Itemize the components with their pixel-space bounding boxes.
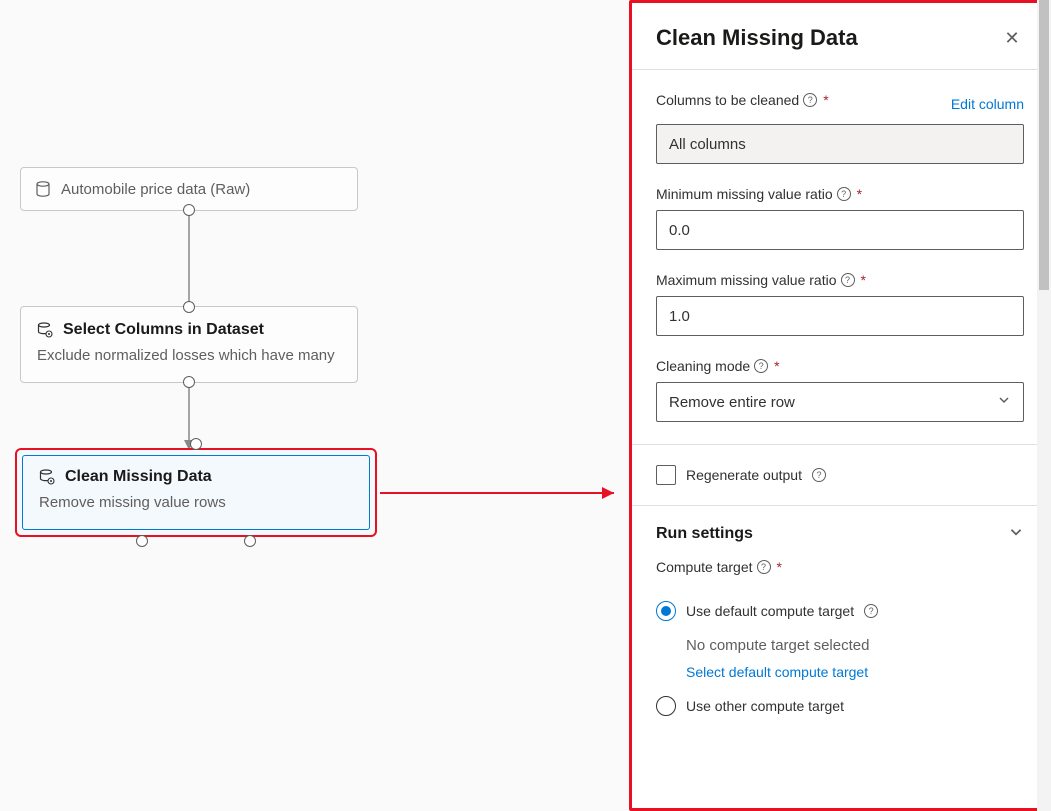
radio-button[interactable] xyxy=(656,696,676,716)
panel-header: Clean Missing Data ✕ xyxy=(632,3,1048,69)
run-settings-header[interactable]: Run settings xyxy=(632,506,1048,549)
info-icon[interactable]: ? xyxy=(757,560,771,574)
regenerate-output-row[interactable]: Regenerate output ? xyxy=(632,445,1048,505)
node-label: Automobile price data (Raw) xyxy=(61,181,250,198)
max-ratio-input[interactable]: 1.0 xyxy=(656,296,1024,336)
columns-value: All columns xyxy=(669,136,746,153)
app-root: Automobile price data (Raw) Select Colum… xyxy=(0,0,1051,811)
scrollbar-track[interactable] xyxy=(1037,0,1051,811)
edit-column-link[interactable]: Edit column xyxy=(951,96,1024,112)
node-select-columns[interactable]: Select Columns in Dataset Exclude normal… xyxy=(20,306,358,383)
output-port-2[interactable] xyxy=(244,535,256,547)
radio-label: Use default compute target xyxy=(686,603,854,619)
info-icon[interactable]: ? xyxy=(837,187,851,201)
min-ratio-value: 0.0 xyxy=(669,222,690,239)
chevron-down-icon xyxy=(997,393,1011,411)
info-icon[interactable]: ? xyxy=(841,273,855,287)
input-port[interactable] xyxy=(190,438,202,450)
field-max-ratio: Maximum missing value ratio ? * 1.0 xyxy=(656,272,1024,336)
field-label: Compute target xyxy=(656,559,753,575)
field-label: Columns to be cleaned xyxy=(656,92,799,108)
required-indicator: * xyxy=(857,186,862,202)
info-icon[interactable]: ? xyxy=(864,604,878,618)
output-port[interactable] xyxy=(183,376,195,388)
gear-database-icon xyxy=(39,469,55,485)
close-button[interactable]: ✕ xyxy=(1000,26,1024,50)
radio-button[interactable] xyxy=(656,601,676,621)
field-label: Maximum missing value ratio xyxy=(656,272,837,288)
input-port[interactable] xyxy=(183,301,195,313)
min-ratio-input[interactable]: 0.0 xyxy=(656,210,1024,250)
radio-default-sub: No compute target selected Select defaul… xyxy=(686,633,1024,684)
info-icon[interactable]: ? xyxy=(803,93,817,107)
field-min-ratio: Minimum missing value ratio ? * 0.0 xyxy=(656,186,1024,250)
node-automobile-data[interactable]: Automobile price data (Raw) xyxy=(20,167,358,211)
panel-body: Columns to be cleaned ? * Edit column Al… xyxy=(632,70,1048,444)
node-title-row: Clean Missing Data xyxy=(39,468,353,486)
field-label: Cleaning mode xyxy=(656,358,750,374)
output-port-1[interactable] xyxy=(136,535,148,547)
columns-input[interactable]: All columns xyxy=(656,124,1024,164)
panel-title: Clean Missing Data xyxy=(656,25,858,51)
compute-target-block: Compute target ? * xyxy=(632,549,1048,583)
annotation-arrow-head xyxy=(602,487,614,499)
gear-database-icon xyxy=(37,322,53,338)
node-clean-missing-data[interactable]: Clean Missing Data Remove missing value … xyxy=(15,448,377,537)
edge-layer xyxy=(0,0,620,811)
field-cleaning-mode: Cleaning mode ? * Remove entire row xyxy=(656,358,1024,422)
vertical-scrollbar[interactable] xyxy=(1037,0,1051,811)
node-title: Select Columns in Dataset xyxy=(63,321,264,339)
regenerate-label: Regenerate output xyxy=(686,467,802,483)
radio-label: Use other compute target xyxy=(686,698,844,714)
select-default-compute-link[interactable]: Select default compute target xyxy=(686,661,1024,685)
radio-default-compute[interactable]: Use default compute target ? xyxy=(656,601,1024,621)
properties-panel: Clean Missing Data ✕ Columns to be clean… xyxy=(629,0,1051,811)
required-indicator: * xyxy=(774,358,779,374)
pipeline-canvas[interactable]: Automobile price data (Raw) Select Colum… xyxy=(0,0,629,811)
node-title: Clean Missing Data xyxy=(65,468,212,486)
info-icon[interactable]: ? xyxy=(812,468,826,482)
field-columns-to-clean: Columns to be cleaned ? * Edit column Al… xyxy=(656,92,1024,164)
output-port[interactable] xyxy=(183,204,195,216)
max-ratio-value: 1.0 xyxy=(669,308,690,325)
close-icon: ✕ xyxy=(1004,28,1019,49)
node-desc: Remove missing value rows xyxy=(39,494,353,511)
section-title: Run settings xyxy=(656,525,753,543)
required-indicator: * xyxy=(861,272,866,288)
no-compute-text: No compute target selected xyxy=(686,637,869,654)
node-desc: Exclude normalized losses which have man… xyxy=(37,347,341,364)
radio-other-compute[interactable]: Use other compute target xyxy=(656,696,1024,716)
scrollbar-thumb[interactable] xyxy=(1039,0,1049,290)
required-indicator: * xyxy=(777,559,782,575)
required-indicator: * xyxy=(823,92,828,108)
info-icon[interactable]: ? xyxy=(754,359,768,373)
node-title-row: Select Columns in Dataset xyxy=(37,321,341,339)
database-icon xyxy=(35,181,51,197)
regenerate-checkbox[interactable] xyxy=(656,465,676,485)
cleaning-mode-value: Remove entire row xyxy=(669,394,795,411)
cleaning-mode-select[interactable]: Remove entire row xyxy=(656,382,1024,422)
field-label: Minimum missing value ratio xyxy=(656,186,833,202)
node-inner: Clean Missing Data Remove missing value … xyxy=(22,455,370,530)
chevron-down-icon xyxy=(1008,524,1024,543)
compute-target-radio-group: Use default compute target ? No compute … xyxy=(632,583,1048,744)
